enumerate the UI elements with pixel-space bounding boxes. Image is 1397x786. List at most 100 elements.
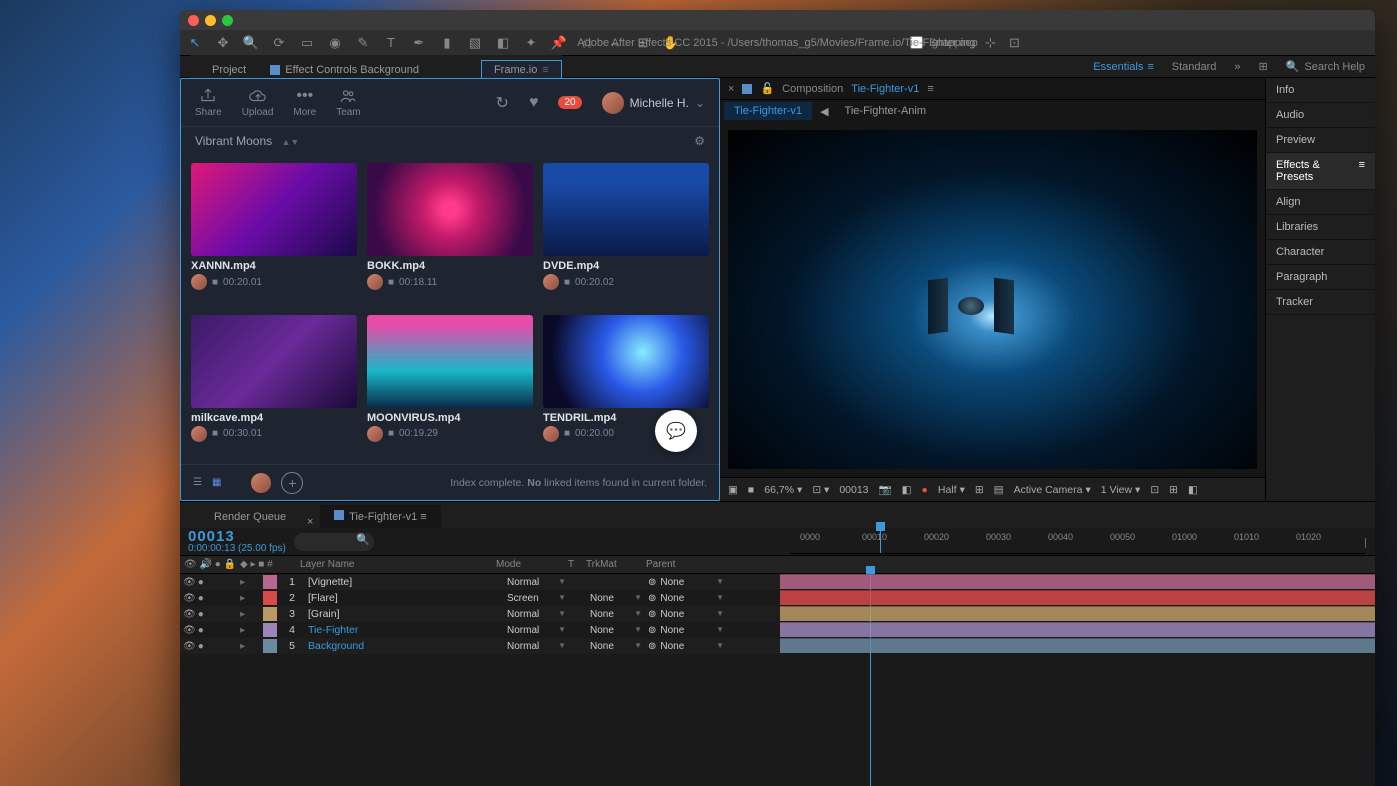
snap-icon-1[interactable]: ⊹: [982, 34, 1000, 52]
clip-thumbnail[interactable]: [367, 163, 533, 256]
workspace-more[interactable]: »: [1234, 61, 1240, 73]
expand-icon[interactable]: ▸: [240, 640, 260, 652]
expand-icon[interactable]: ▸: [240, 576, 260, 588]
parent-select[interactable]: ⊚ None ▼: [648, 641, 724, 652]
comp-tab-2[interactable]: Tie-Fighter-Anim: [835, 102, 937, 120]
channel-icon[interactable]: ■: [748, 484, 754, 496]
visibility-icon[interactable]: 👁: [183, 609, 196, 620]
tool-icon-10[interactable]: ▧: [466, 34, 484, 52]
layer-row[interactable]: 👁●▸5BackgroundNormal▼None▼⊚ None ▼: [180, 638, 780, 654]
frameio-upload-button[interactable]: Upload: [242, 87, 274, 118]
frameio-share-button[interactable]: Share: [195, 87, 222, 118]
trkmat-select[interactable]: None▼: [590, 609, 648, 620]
layer-name[interactable]: Tie-Fighter: [304, 624, 504, 636]
solo-icon[interactable]: ●: [198, 641, 204, 652]
clip-card[interactable]: MOONVIRUS.mp4■00:19.29: [367, 315, 533, 457]
frame-indicator[interactable]: 00013: [839, 484, 868, 496]
notification-badge[interactable]: 20: [558, 96, 581, 109]
close-tab-icon[interactable]: ×: [300, 516, 320, 528]
view-count[interactable]: 1 View ▾: [1101, 484, 1141, 496]
favorite-icon[interactable]: ♥: [529, 94, 539, 112]
snapshot-icon[interactable]: 📷: [879, 483, 892, 496]
lock-icon[interactable]: 🔓: [760, 82, 774, 95]
layer-track-bar[interactable]: [780, 622, 1375, 637]
footer-avatar[interactable]: [251, 473, 271, 493]
tool-icon-5[interactable]: ◉: [326, 34, 344, 52]
view-opt-1-icon[interactable]: ⊡: [1150, 484, 1159, 496]
tool-icon-4[interactable]: ▭: [298, 34, 316, 52]
workspace-layout-icon[interactable]: ⊞: [1259, 60, 1268, 73]
tab-project[interactable]: Project: [200, 61, 258, 79]
pickwhip-icon[interactable]: ⊚: [648, 609, 656, 620]
visibility-icon[interactable]: 👁: [183, 625, 196, 636]
pickwhip-icon[interactable]: ⊚: [648, 625, 656, 636]
current-time[interactable]: 00013: [188, 529, 286, 544]
snap-icon-2[interactable]: ⊡: [1006, 34, 1024, 52]
layer-row[interactable]: 👁●▸2[Flare]Screen▼None▼⊚ None ▼: [180, 590, 780, 606]
expand-icon[interactable]: ▸: [240, 608, 260, 620]
tool-icon-1[interactable]: ✥: [214, 34, 232, 52]
refresh-icon[interactable]: ↻: [496, 93, 509, 113]
panel-menu-icon[interactable]: ≡: [927, 83, 933, 95]
panel-audio[interactable]: Audio: [1266, 103, 1375, 128]
zoom-level[interactable]: 66,7% ▾: [764, 484, 802, 496]
rgb-icon[interactable]: ●: [922, 484, 928, 496]
layer-color[interactable]: [263, 623, 277, 637]
panel-info[interactable]: Info: [1266, 78, 1375, 103]
panel-effects-presets[interactable]: Effects & Presets≡: [1266, 153, 1375, 190]
expand-icon[interactable]: ▸: [240, 592, 260, 604]
add-button[interactable]: +: [281, 472, 303, 494]
layer-name[interactable]: [Flare]: [304, 592, 504, 604]
visibility-icon[interactable]: 👁: [183, 641, 196, 652]
trkmat-select[interactable]: None▼: [590, 593, 648, 604]
tool-icon-2[interactable]: 🔍: [242, 34, 260, 52]
search-help-placeholder[interactable]: Search Help: [1304, 61, 1365, 73]
toggle-alpha-icon[interactable]: ◧: [902, 484, 912, 496]
close-window-button[interactable]: [188, 15, 199, 26]
solo-icon[interactable]: ●: [198, 625, 204, 636]
frameio-team-button[interactable]: Team: [336, 87, 360, 118]
layer-name[interactable]: [Vignette]: [304, 576, 504, 588]
blend-mode-select[interactable]: Normal▼: [504, 625, 572, 636]
parent-select[interactable]: ⊚ None ▼: [648, 609, 724, 620]
tab-frameio[interactable]: Frame.io ≡: [481, 60, 562, 79]
layer-track-bar[interactable]: [780, 574, 1375, 589]
clip-card[interactable]: XANNN.mp4■00:20.01: [191, 163, 357, 305]
composition-viewer[interactable]: [728, 130, 1257, 469]
tool-icon-0[interactable]: ↖: [186, 34, 204, 52]
project-selector[interactable]: Vibrant Moons ▲▼: [195, 134, 299, 148]
tool-icon-9[interactable]: ▮: [438, 34, 456, 52]
solo-icon[interactable]: ●: [198, 609, 204, 620]
panel-preview[interactable]: Preview: [1266, 128, 1375, 153]
layer-color[interactable]: [263, 575, 277, 589]
blend-mode-select[interactable]: Normal▼: [504, 577, 572, 588]
clip-thumbnail[interactable]: [543, 163, 709, 256]
clip-thumbnail[interactable]: [191, 315, 357, 408]
clip-card[interactable]: DVDE.mp4■00:20.02: [543, 163, 709, 305]
clip-thumbnail[interactable]: [367, 315, 533, 408]
composition-name[interactable]: Tie-Fighter-v1: [851, 83, 919, 95]
layer-row[interactable]: 👁●▸3[Grain]Normal▼None▼⊚ None ▼: [180, 606, 780, 622]
workspace-essentials[interactable]: Essentials ≡: [1093, 61, 1154, 73]
panel-paragraph[interactable]: Paragraph: [1266, 265, 1375, 290]
layer-track-bar[interactable]: [780, 606, 1375, 621]
chat-bubble-icon[interactable]: 💬: [655, 410, 697, 452]
tab-effect-controls[interactable]: Effect Controls Background: [258, 61, 431, 79]
grid-icon[interactable]: ⊞: [975, 484, 984, 496]
pickwhip-icon[interactable]: ⊚: [648, 641, 656, 652]
parent-select[interactable]: ⊚ None ▼: [648, 625, 724, 636]
pickwhip-icon[interactable]: ⊚: [648, 577, 656, 588]
visibility-icon[interactable]: 👁: [183, 577, 196, 588]
layer-name[interactable]: [Grain]: [304, 608, 504, 620]
tool-icon-13[interactable]: 📌: [550, 34, 568, 52]
panel-character[interactable]: Character: [1266, 240, 1375, 265]
visibility-icon[interactable]: 👁: [183, 593, 196, 604]
layer-color[interactable]: [263, 607, 277, 621]
solo-icon[interactable]: ●: [198, 577, 204, 588]
clip-card[interactable]: BOKK.mp4■00:18.11: [367, 163, 533, 305]
maximize-window-button[interactable]: [222, 15, 233, 26]
layer-track-bar[interactable]: [780, 638, 1375, 653]
user-menu[interactable]: Michelle H. ⌄: [602, 92, 705, 114]
tool-icon-12[interactable]: ✦: [522, 34, 540, 52]
trkmat-select[interactable]: None▼: [590, 641, 648, 652]
